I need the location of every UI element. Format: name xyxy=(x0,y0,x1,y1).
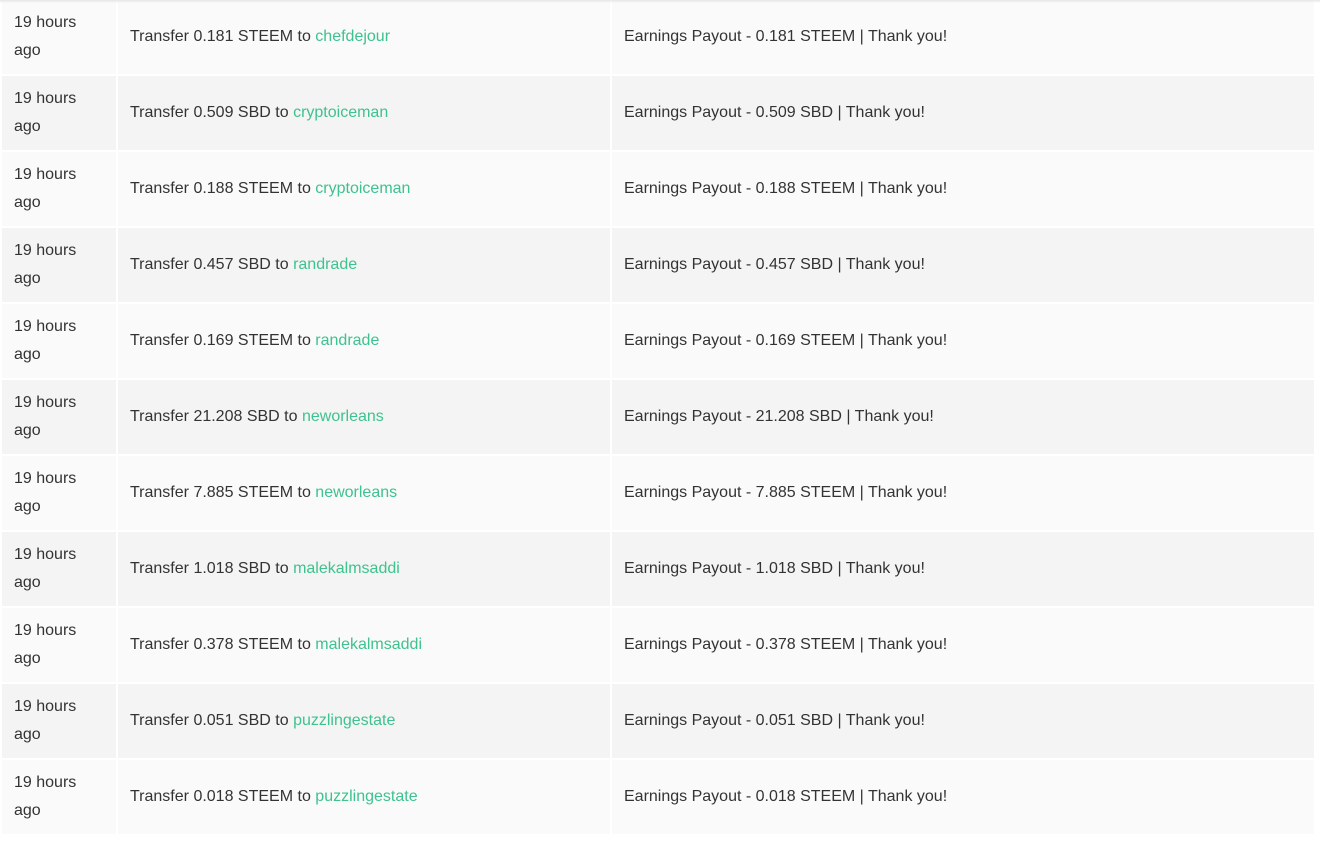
transfer-operation: Transfer 7.885 STEEM to neworleans xyxy=(118,456,610,530)
transfer-to-word: to xyxy=(297,332,311,349)
transfer-time: 19 hours ago xyxy=(2,0,116,74)
transfer-amount: 0.051 SBD xyxy=(193,712,271,729)
recipient-user-link[interactable]: randrade xyxy=(315,332,379,349)
recipient-user-link[interactable]: malekalmsaddi xyxy=(293,560,400,577)
transfer-amount: 0.457 SBD xyxy=(193,256,271,273)
top-edge-shadow xyxy=(0,0,1320,3)
transfer-to-word: to xyxy=(297,484,311,501)
transfer-operation: Transfer 0.509 SBD to cryptoiceman xyxy=(118,76,610,150)
transfer-memo: Earnings Payout - 0.188 STEEM | Thank yo… xyxy=(612,152,1314,226)
transfer-to-word: to xyxy=(297,788,311,805)
transfer-to-word: to xyxy=(284,408,298,425)
transfer-time: 19 hours ago xyxy=(2,684,116,758)
transfer-memo: Earnings Payout - 1.018 SBD | Thank you! xyxy=(612,532,1314,606)
transfer-history-body: 19 hours ago Transfer 0.181 STEEM to che… xyxy=(2,0,1314,834)
transfer-memo: Earnings Payout - 0.181 STEEM | Thank yo… xyxy=(612,0,1314,74)
transfer-row: 19 hours ago Transfer 0.169 STEEM to ran… xyxy=(2,304,1314,378)
transfer-amount: 0.188 STEEM xyxy=(193,180,294,197)
recipient-user-link[interactable]: chefdejour xyxy=(315,28,390,45)
transfer-memo: Earnings Payout - 0.378 STEEM | Thank yo… xyxy=(612,608,1314,682)
transfer-time: 19 hours ago xyxy=(2,532,116,606)
transfer-time: 19 hours ago xyxy=(2,152,116,226)
transfer-amount: 1.018 SBD xyxy=(193,560,271,577)
transfer-operation: Transfer 0.051 SBD to puzzlingestate xyxy=(118,684,610,758)
transfer-operation: Transfer 1.018 SBD to malekalmsaddi xyxy=(118,532,610,606)
transfer-row: 19 hours ago Transfer 1.018 SBD to malek… xyxy=(2,532,1314,606)
transfer-amount: 7.885 STEEM xyxy=(193,484,294,501)
recipient-user-link[interactable]: randrade xyxy=(293,256,357,273)
transfer-operation: Transfer 0.181 STEEM to chefdejour xyxy=(118,0,610,74)
transfer-time: 19 hours ago xyxy=(2,456,116,530)
transfer-row: 19 hours ago Transfer 0.188 STEEM to cry… xyxy=(2,152,1314,226)
transfer-prefix: Transfer xyxy=(130,484,189,501)
transfer-amount: 0.378 STEEM xyxy=(193,636,294,653)
transfer-time: 19 hours ago xyxy=(2,228,116,302)
transfer-operation: Transfer 0.169 STEEM to randrade xyxy=(118,304,610,378)
transfer-to-word: to xyxy=(297,636,311,653)
transfer-memo: Earnings Payout - 7.885 STEEM | Thank yo… xyxy=(612,456,1314,530)
transfer-row: 19 hours ago Transfer 0.509 SBD to crypt… xyxy=(2,76,1314,150)
transfer-row: 19 hours ago Transfer 7.885 STEEM to new… xyxy=(2,456,1314,530)
transfer-prefix: Transfer xyxy=(130,712,189,729)
transfer-prefix: Transfer xyxy=(130,788,189,805)
transfer-prefix: Transfer xyxy=(130,408,189,425)
transfer-row: 19 hours ago Transfer 0.378 STEEM to mal… xyxy=(2,608,1314,682)
transfer-amount: 0.018 STEEM xyxy=(193,788,294,805)
transfer-memo: Earnings Payout - 0.169 STEEM | Thank yo… xyxy=(612,304,1314,378)
transfer-row: 19 hours ago Transfer 0.457 SBD to randr… xyxy=(2,228,1314,302)
transfer-time: 19 hours ago xyxy=(2,608,116,682)
recipient-user-link[interactable]: cryptoiceman xyxy=(293,104,388,121)
transfer-to-word: to xyxy=(275,560,289,577)
transfer-memo: Earnings Payout - 0.051 SBD | Thank you! xyxy=(612,684,1314,758)
transfer-to-word: to xyxy=(297,180,311,197)
recipient-user-link[interactable]: puzzlingestate xyxy=(315,788,417,805)
transfer-memo: Earnings Payout - 21.208 SBD | Thank you… xyxy=(612,380,1314,454)
recipient-user-link[interactable]: malekalmsaddi xyxy=(315,636,422,653)
transfer-operation: Transfer 21.208 SBD to neworleans xyxy=(118,380,610,454)
recipient-user-link[interactable]: neworleans xyxy=(302,408,384,425)
transfer-memo: Earnings Payout - 0.018 STEEM | Thank yo… xyxy=(612,760,1314,834)
transfer-prefix: Transfer xyxy=(130,28,189,45)
transfer-row: 19 hours ago Transfer 0.018 STEEM to puz… xyxy=(2,760,1314,834)
recipient-user-link[interactable]: cryptoiceman xyxy=(315,180,410,197)
transfer-to-word: to xyxy=(297,28,311,45)
transfer-time: 19 hours ago xyxy=(2,760,116,834)
transfer-prefix: Transfer xyxy=(130,256,189,273)
transfer-time: 19 hours ago xyxy=(2,76,116,150)
transfer-row: 19 hours ago Transfer 0.181 STEEM to che… xyxy=(2,0,1314,74)
recipient-user-link[interactable]: puzzlingestate xyxy=(293,712,395,729)
transfer-amount: 0.181 STEEM xyxy=(193,28,294,45)
transfer-memo: Earnings Payout - 0.509 SBD | Thank you! xyxy=(612,76,1314,150)
transfer-amount: 0.509 SBD xyxy=(193,104,271,121)
transfer-row: 19 hours ago Transfer 0.051 SBD to puzzl… xyxy=(2,684,1314,758)
transfer-history-table: 19 hours ago Transfer 0.181 STEEM to che… xyxy=(0,0,1316,836)
transfer-time: 19 hours ago xyxy=(2,304,116,378)
transfer-operation: Transfer 0.457 SBD to randrade xyxy=(118,228,610,302)
transfer-operation: Transfer 0.378 STEEM to malekalmsaddi xyxy=(118,608,610,682)
transfer-row: 19 hours ago Transfer 21.208 SBD to newo… xyxy=(2,380,1314,454)
transfer-prefix: Transfer xyxy=(130,180,189,197)
transfer-time: 19 hours ago xyxy=(2,380,116,454)
transfer-to-word: to xyxy=(275,256,289,273)
recipient-user-link[interactable]: neworleans xyxy=(315,484,397,501)
transfer-operation: Transfer 0.188 STEEM to cryptoiceman xyxy=(118,152,610,226)
transfer-memo: Earnings Payout - 0.457 SBD | Thank you! xyxy=(612,228,1314,302)
transfer-amount: 21.208 SBD xyxy=(193,408,280,425)
transfer-prefix: Transfer xyxy=(130,332,189,349)
transfer-amount: 0.169 STEEM xyxy=(193,332,294,349)
transfer-to-word: to xyxy=(275,712,289,729)
transfer-prefix: Transfer xyxy=(130,636,189,653)
transfer-operation: Transfer 0.018 STEEM to puzzlingestate xyxy=(118,760,610,834)
transfer-prefix: Transfer xyxy=(130,560,189,577)
transfer-prefix: Transfer xyxy=(130,104,189,121)
transfer-to-word: to xyxy=(275,104,289,121)
